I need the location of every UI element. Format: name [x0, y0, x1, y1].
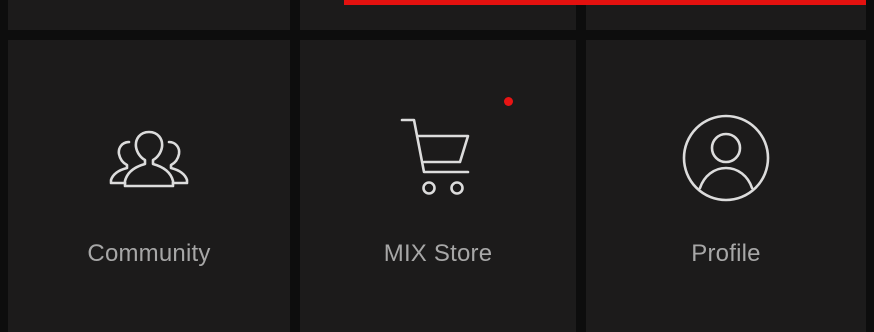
profile-label: Profile: [691, 240, 761, 267]
notification-dot: [504, 97, 513, 106]
community-tile[interactable]: Community: [8, 40, 290, 332]
shopping-cart-icon: [388, 108, 488, 208]
profile-tile[interactable]: Profile: [586, 40, 866, 332]
mix-store-label: MIX Store: [383, 240, 493, 267]
selection-highlight-bar: [344, 0, 866, 5]
community-icon: [99, 108, 199, 208]
mix-store-tile[interactable]: MIX Store: [300, 40, 576, 332]
profile-icon: [676, 108, 776, 208]
community-label: Community: [87, 240, 211, 267]
top-tile-left[interactable]: [8, 0, 290, 30]
